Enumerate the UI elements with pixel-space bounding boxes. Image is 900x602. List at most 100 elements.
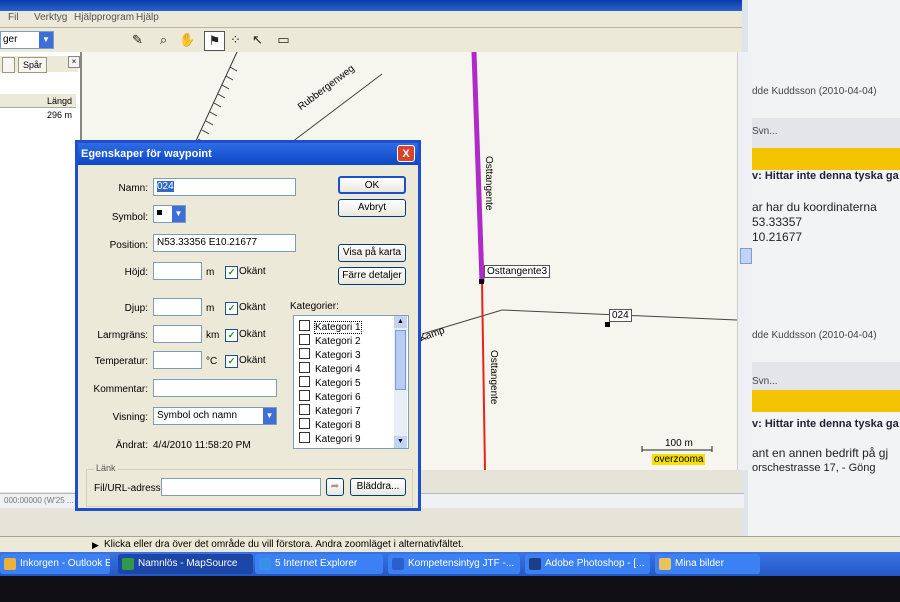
browse-button[interactable]: Bläddra...: [350, 478, 406, 496]
pencil-icon[interactable]: ✎: [128, 31, 147, 49]
taskbar-item-photoshop[interactable]: Adobe Photoshop - [...: [525, 554, 650, 574]
pointer-icon[interactable]: ↖: [248, 31, 267, 49]
list-item[interactable]: Kategori 8: [299, 418, 361, 431]
symbol-select[interactable]: ▼: [153, 205, 186, 223]
close-icon[interactable]: ×: [68, 56, 80, 68]
menu-utilities[interactable]: Hjälpprogram: [74, 12, 134, 23]
list-item[interactable]: Kategori 3: [299, 348, 361, 361]
post-link[interactable]: Svn...: [752, 376, 778, 387]
taskbar-item-ie[interactable]: 5 Internet Explorer: [255, 554, 383, 574]
menu-file[interactable]: Fil: [8, 12, 19, 23]
name-field[interactable]: 024: [153, 178, 296, 196]
outlook-icon: [4, 558, 16, 570]
taskbar-item-pictures[interactable]: Mina bilder: [655, 554, 760, 574]
temperature-unknown-checkbox[interactable]: ✓: [225, 355, 238, 368]
list-item[interactable]: Kategori 7: [299, 404, 361, 417]
route-line[interactable]: [481, 281, 486, 470]
taskbar-item-mapsource[interactable]: Namnlös - MapSource: [118, 554, 253, 574]
link-group-label: Länk: [94, 463, 118, 473]
depth-field[interactable]: [153, 298, 202, 316]
alarm-unknown-label: Okänt: [239, 329, 266, 340]
waypoint-label[interactable]: Osttangente3: [484, 265, 551, 278]
flag-icon[interactable]: ⚑: [204, 31, 225, 51]
categories-label: Kategorier:: [290, 301, 339, 312]
modified-label: Ändrat:: [115, 440, 148, 451]
list-item[interactable]: Kategori 5: [299, 376, 361, 389]
alarm-unknown-checkbox[interactable]: ✓: [225, 329, 238, 342]
route-icon[interactable]: ⁘: [226, 31, 245, 49]
taskbar-item-outlook[interactable]: Inkorgen - Outlook E...: [0, 554, 110, 574]
height-unknown-label: Okänt: [239, 266, 266, 277]
street-label: Osttangente: [488, 350, 499, 405]
cancel-button[interactable]: Avbryt: [338, 199, 406, 217]
screen-bezel: [0, 576, 900, 602]
column-header-length[interactable]: Längd: [0, 94, 76, 108]
height-unknown-checkbox[interactable]: ✓: [225, 266, 238, 279]
post-title: v: Hittar inte denna tyska ga: [752, 418, 899, 430]
list-item[interactable]: Kategori 4: [299, 362, 361, 375]
file-url-label: Fil/URL-adress:: [94, 483, 164, 494]
menu-tools[interactable]: Verktyg: [34, 12, 67, 23]
waypoint-marker[interactable]: [605, 322, 610, 327]
display-select[interactable]: Symbol och namn ▼: [153, 407, 277, 425]
ok-button[interactable]: OK: [338, 176, 406, 194]
height-field[interactable]: [153, 262, 202, 280]
measure-icon[interactable]: ▭: [274, 31, 293, 49]
height-unit: m: [206, 267, 215, 278]
table-row[interactable]: 296 m: [0, 110, 76, 122]
alarm-label: Larmgräns:: [97, 330, 148, 341]
depth-unknown-checkbox[interactable]: ✓: [225, 302, 238, 315]
comment-label: Kommentar:: [93, 384, 148, 395]
tab-tracks[interactable]: Spår: [18, 57, 48, 73]
chevron-down-icon[interactable]: ▼: [394, 436, 407, 448]
temperature-field[interactable]: [153, 351, 202, 369]
chevron-down-icon[interactable]: ▼: [263, 408, 276, 424]
track-line[interactable]: [471, 52, 485, 283]
alarm-field[interactable]: [153, 325, 202, 343]
file-url-field[interactable]: [161, 478, 321, 496]
post-link[interactable]: Svn...: [752, 126, 778, 137]
status-text: Klicka eller dra över det område du vill…: [104, 539, 464, 550]
list-item[interactable]: Kategori 9: [299, 432, 361, 445]
categories-list[interactable]: Kategori 1 Kategori 2 Kategori 3 Kategor…: [293, 315, 409, 449]
status-bar: ▶ Klicka eller dra över det område du vi…: [0, 536, 900, 553]
link-arrow-icon[interactable]: ➦: [326, 478, 344, 496]
temperature-unknown-label: Okänt: [239, 355, 266, 366]
mapsource-titlebar[interactable]: [0, 0, 742, 11]
taskbar-item-word[interactable]: Kompetensintyg JTF -...: [388, 554, 520, 574]
categories-scrollbar[interactable]: ▲ ▼: [394, 316, 407, 448]
map-scrollbar[interactable]: [737, 52, 752, 470]
photoshop-icon: [529, 558, 541, 570]
menu-help[interactable]: Hjälp: [136, 12, 159, 23]
toolbar: ✎ ⌕ ✋ ⚑ ⁘ ↖ ▭: [0, 28, 742, 53]
scrollbar-thumb[interactable]: [395, 330, 406, 390]
waypoint-marker[interactable]: [479, 279, 484, 284]
list-item[interactable]: Kategori 1: [299, 320, 362, 334]
close-button[interactable]: X: [397, 145, 415, 162]
hand-icon[interactable]: ✋: [178, 31, 197, 49]
depth-label: Djup:: [124, 303, 148, 314]
scale-label: 100 m: [665, 438, 693, 449]
browser-window: dde Kuddsson (2010-04-04) Svn... v: Hitt…: [730, 0, 900, 545]
waypoint-label[interactable]: 024: [609, 309, 632, 322]
post-text: 53.33357: [752, 215, 803, 229]
height-label: Höjd:: [124, 267, 148, 278]
chevron-down-icon[interactable]: ▼: [172, 206, 185, 222]
post-title: v: Hittar inte denna tyska ga: [752, 170, 899, 182]
name-label: Namn:: [118, 183, 148, 194]
fewer-details-button[interactable]: Färre detaljer: [338, 267, 406, 285]
post-author: dde Kuddsson (2010-04-04): [752, 86, 877, 97]
show-on-map-button[interactable]: Visa på karta: [338, 244, 406, 262]
mapsource-icon: [122, 558, 134, 570]
map-combo[interactable]: ger ▼: [0, 31, 54, 49]
list-item[interactable]: Kategori 6: [299, 390, 361, 403]
comment-field[interactable]: [153, 379, 277, 397]
dialog-title[interactable]: Egenskaper för waypoint: [78, 143, 418, 165]
tab-left[interactable]: [2, 57, 15, 73]
zoom-icon[interactable]: ⌕: [154, 31, 173, 49]
position-field[interactable]: N53.33356 E10.21677: [153, 234, 296, 252]
chevron-up-icon[interactable]: ▲: [394, 316, 407, 328]
scrollbar-thumb[interactable]: [740, 248, 752, 264]
chevron-down-icon[interactable]: ▼: [39, 32, 53, 48]
list-item[interactable]: Kategori 2: [299, 334, 361, 347]
